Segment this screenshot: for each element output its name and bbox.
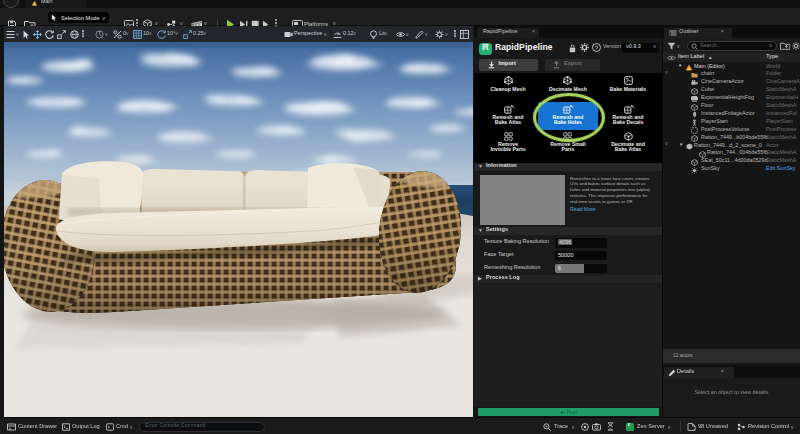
svg-text:?: ? <box>595 45 599 51</box>
